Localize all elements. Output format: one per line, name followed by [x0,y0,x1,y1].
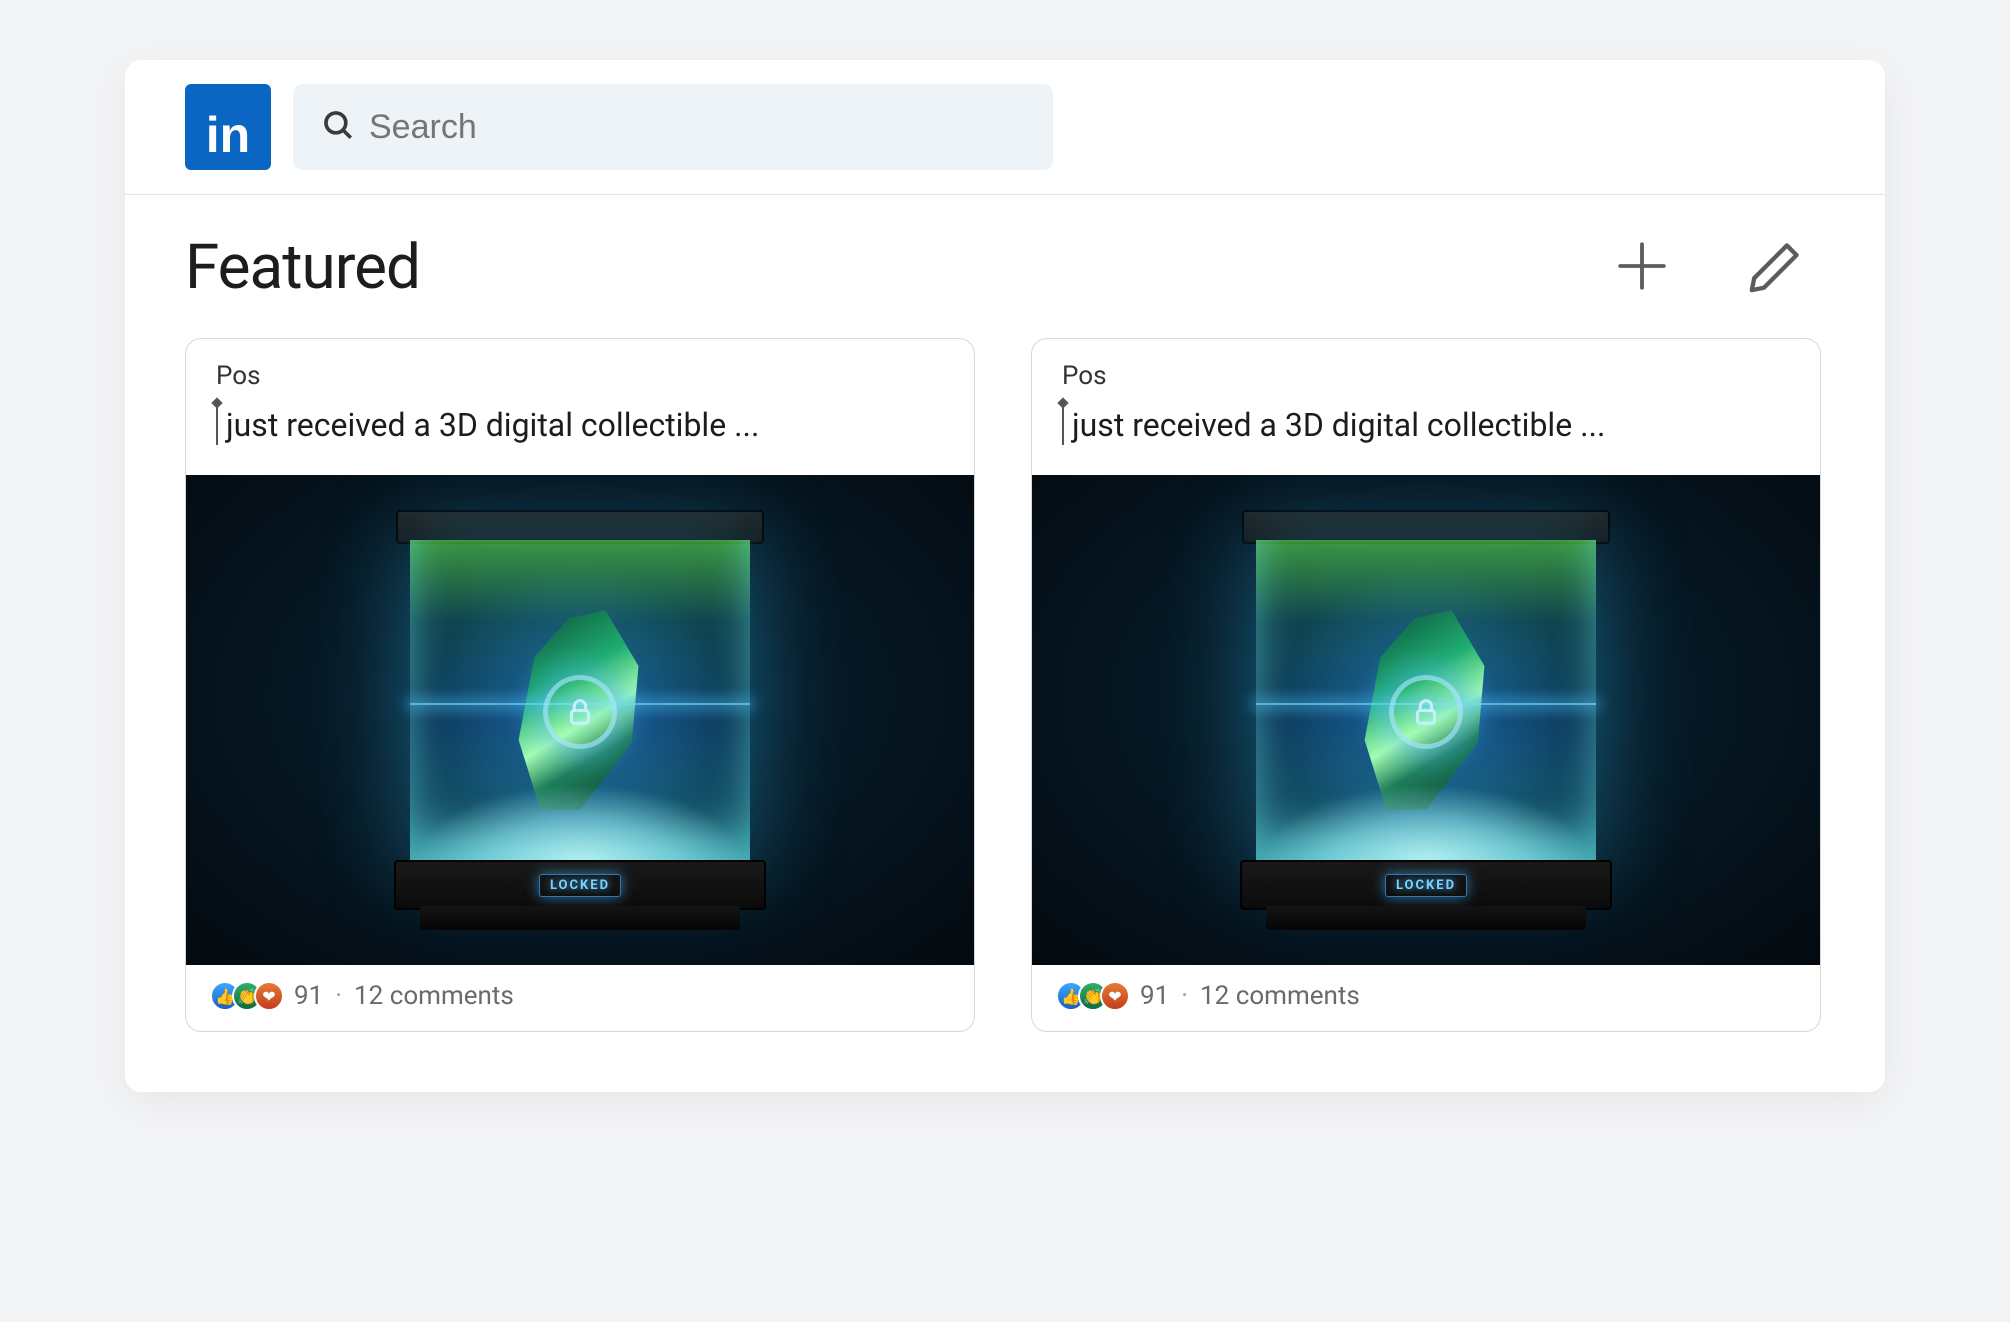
card-type-label: Pos [1062,361,1790,391]
search-icon [321,108,355,146]
card-title: just received a 3D digital collectible .… [1062,405,1790,445]
linkedin-logo-icon[interactable]: in [185,84,271,170]
comments-link[interactable]: 12 comments [1200,981,1360,1011]
plus-icon [1613,237,1671,298]
reaction-icons[interactable]: 👍 👏 ❤ [210,981,284,1011]
reaction-count[interactable]: 91 [294,981,323,1011]
heart-reaction-icon: ❤ [254,981,284,1011]
add-featured-button[interactable] [1613,237,1671,298]
card-footer: 👍 👏 ❤ 91 · 12 comments [186,965,974,1031]
card-thumbnail: LOCKED [186,475,974,965]
card-title-text: just received a 3D digital collectible .… [1072,406,1605,444]
section-title: Featured [185,231,420,304]
search-input[interactable] [369,108,1025,147]
separator-dot: · [1181,981,1188,1011]
section-header: Featured [185,231,1825,304]
edit-featured-button[interactable] [1747,237,1805,298]
card-thumbnail: LOCKED [1032,475,1820,965]
featured-cards: Pos just received a 3D digital collectib… [185,338,1825,1032]
reaction-icons[interactable]: 👍 👏 ❤ [1056,981,1130,1011]
card-header: Pos just received a 3D digital collectib… [186,339,974,475]
lock-ring-icon [1389,675,1463,749]
card-type-label: Pos [216,361,944,391]
locked-badge: LOCKED [1385,874,1467,897]
separator-dot: · [335,981,342,1011]
logo-text: in [206,110,250,160]
reaction-count[interactable]: 91 [1140,981,1169,1011]
lock-ring-icon [543,675,617,749]
card-title: just received a 3D digital collectible .… [216,405,944,445]
heart-reaction-icon: ❤ [1100,981,1130,1011]
topbar: in [125,60,1885,195]
featured-card[interactable]: Pos just received a 3D digital collectib… [185,338,975,1032]
featured-card[interactable]: Pos just received a 3D digital collectib… [1031,338,1821,1032]
featured-panel: in Featured [125,60,1885,1092]
card-footer: 👍 👏 ❤ 91 · 12 comments [1032,965,1820,1031]
card-header: Pos just received a 3D digital collectib… [1032,339,1820,475]
section-actions [1613,237,1825,298]
caret-indicator-icon [1062,405,1064,445]
caret-indicator-icon [216,405,218,445]
featured-section: Featured [125,195,1885,1092]
locked-badge: LOCKED [539,874,621,897]
pencil-icon [1747,237,1805,298]
comments-link[interactable]: 12 comments [354,981,514,1011]
search-field[interactable] [293,84,1053,170]
card-title-text: just received a 3D digital collectible .… [226,406,759,444]
